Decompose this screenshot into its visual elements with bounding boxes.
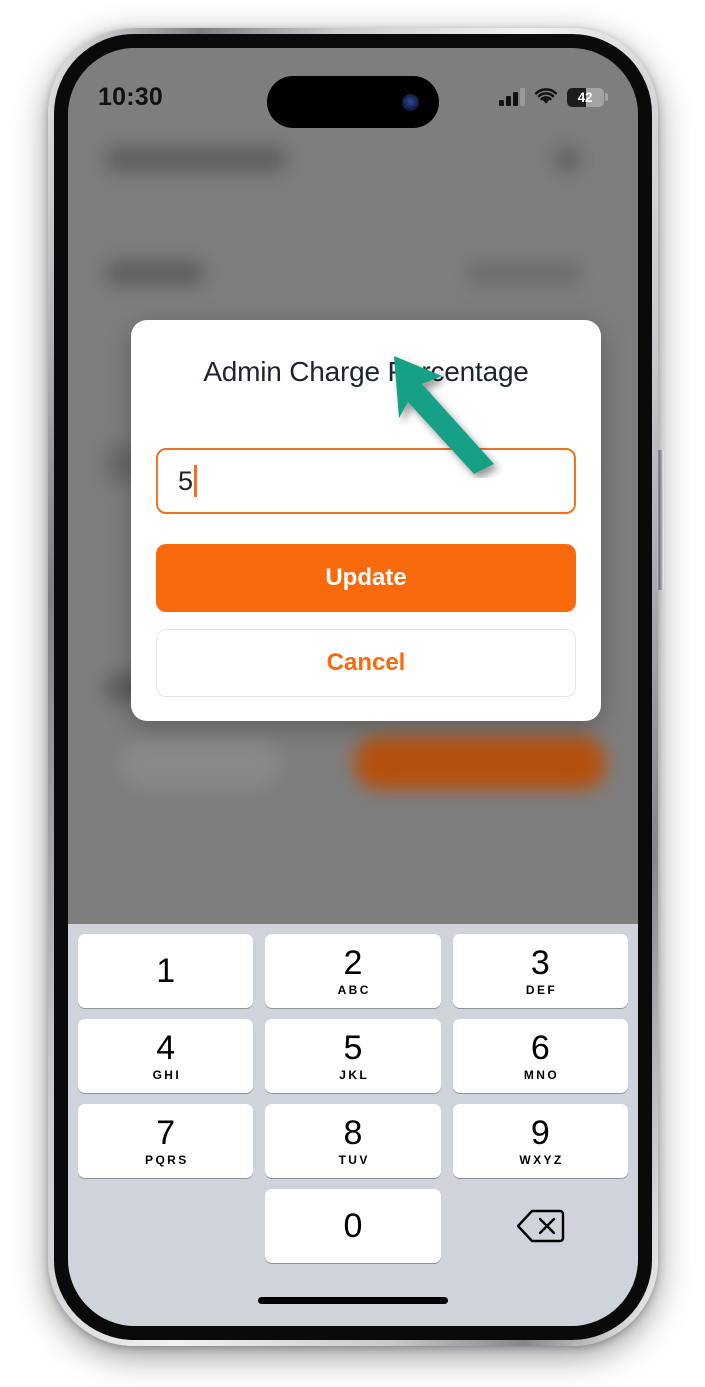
- key-letters: DEF: [525, 982, 558, 997]
- key-digit: 1: [156, 952, 176, 990]
- cellular-signal-icon: [499, 88, 525, 106]
- text-caret: [194, 465, 198, 497]
- backspace-key[interactable]: [453, 1189, 628, 1263]
- power-button[interactable]: [657, 450, 664, 590]
- key-digit: 7: [156, 1113, 176, 1152]
- key-digit: 3: [530, 943, 550, 982]
- battery-cap: [605, 93, 608, 101]
- status-indicators: 42: [499, 87, 608, 107]
- key-9[interactable]: 9 WXYZ: [452, 1104, 628, 1178]
- percentage-input-value: 5: [178, 465, 194, 496]
- key-letters: MNO: [523, 1067, 560, 1082]
- phone-frame: 10:30 42 Admin Charge Percentage 5 Updat…: [48, 28, 658, 1346]
- cancel-button[interactable]: Cancel: [156, 629, 576, 697]
- status-time: 10:30: [98, 82, 163, 111]
- key-4[interactable]: 4 GHI: [78, 1019, 254, 1093]
- key-digit: 6: [530, 1028, 550, 1067]
- key-digit: 0: [343, 1207, 363, 1245]
- keyboard-row: 7 PQRS 8 TUV 9 WXYZ: [78, 1104, 628, 1178]
- key-blank: [78, 1189, 253, 1263]
- key-letters: WXYZ: [519, 1152, 564, 1167]
- key-digit: 8: [343, 1113, 363, 1152]
- home-indicator[interactable]: [258, 1297, 448, 1304]
- face-id-sensor-icon: [402, 93, 419, 111]
- dynamic-island: [267, 76, 439, 128]
- keyboard-row: 4 GHI 5 JKL 6 MNO: [78, 1019, 628, 1093]
- bg-blur-secondary-button: [120, 738, 280, 788]
- bg-blur-section-label: [106, 260, 204, 286]
- key-0[interactable]: 0: [265, 1189, 441, 1263]
- bg-blur-primary-button: [354, 736, 606, 790]
- key-digit: 2: [343, 943, 363, 982]
- key-6[interactable]: 6 MNO: [452, 1019, 628, 1093]
- bg-blur-icon-right: [554, 146, 580, 172]
- key-1[interactable]: 1: [78, 934, 254, 1008]
- key-8[interactable]: 8 TUV: [265, 1104, 441, 1178]
- key-3[interactable]: 3 DEF: [452, 934, 628, 1008]
- wifi-icon: [534, 88, 557, 104]
- key-digit: 9: [530, 1113, 550, 1152]
- status-bar: 10:30 42: [68, 74, 638, 128]
- key-letters: TUV: [338, 1152, 370, 1167]
- key-letters: ABC: [337, 982, 371, 997]
- backspace-icon: [517, 1209, 565, 1243]
- key-5[interactable]: 5 JKL: [265, 1019, 441, 1093]
- key-7[interactable]: 7 PQRS: [78, 1104, 254, 1178]
- update-button[interactable]: Update: [156, 544, 576, 612]
- battery-icon: 42: [566, 87, 604, 107]
- key-letters: GHI: [152, 1067, 182, 1082]
- admin-charge-dialog: Admin Charge Percentage 5 Update Cancel: [131, 320, 601, 721]
- bg-blur-title: [106, 146, 286, 172]
- battery-level-text: 42: [577, 89, 593, 105]
- bg-blur-section-action: [468, 262, 580, 284]
- phone-screen: 10:30 42 Admin Charge Percentage 5 Updat…: [68, 48, 638, 1326]
- numeric-keyboard: 1 2 ABC 3 DEF 4 GHI 5 JKL 6 MNO 7 PQRS 8…: [68, 924, 638, 1326]
- key-letters: JKL: [339, 1067, 370, 1082]
- key-digit: 4: [156, 1028, 176, 1067]
- dialog-title: Admin Charge Percentage: [203, 356, 529, 387]
- key-2[interactable]: 2 ABC: [265, 934, 441, 1008]
- percentage-input[interactable]: 5: [156, 448, 576, 514]
- keyboard-row: 1 2 ABC 3 DEF: [78, 934, 628, 1008]
- key-letters: PQRS: [145, 1152, 189, 1167]
- phone-bezel: 10:30 42 Admin Charge Percentage 5 Updat…: [54, 34, 652, 1340]
- key-digit: 5: [343, 1028, 363, 1067]
- keyboard-row: 0: [78, 1189, 628, 1263]
